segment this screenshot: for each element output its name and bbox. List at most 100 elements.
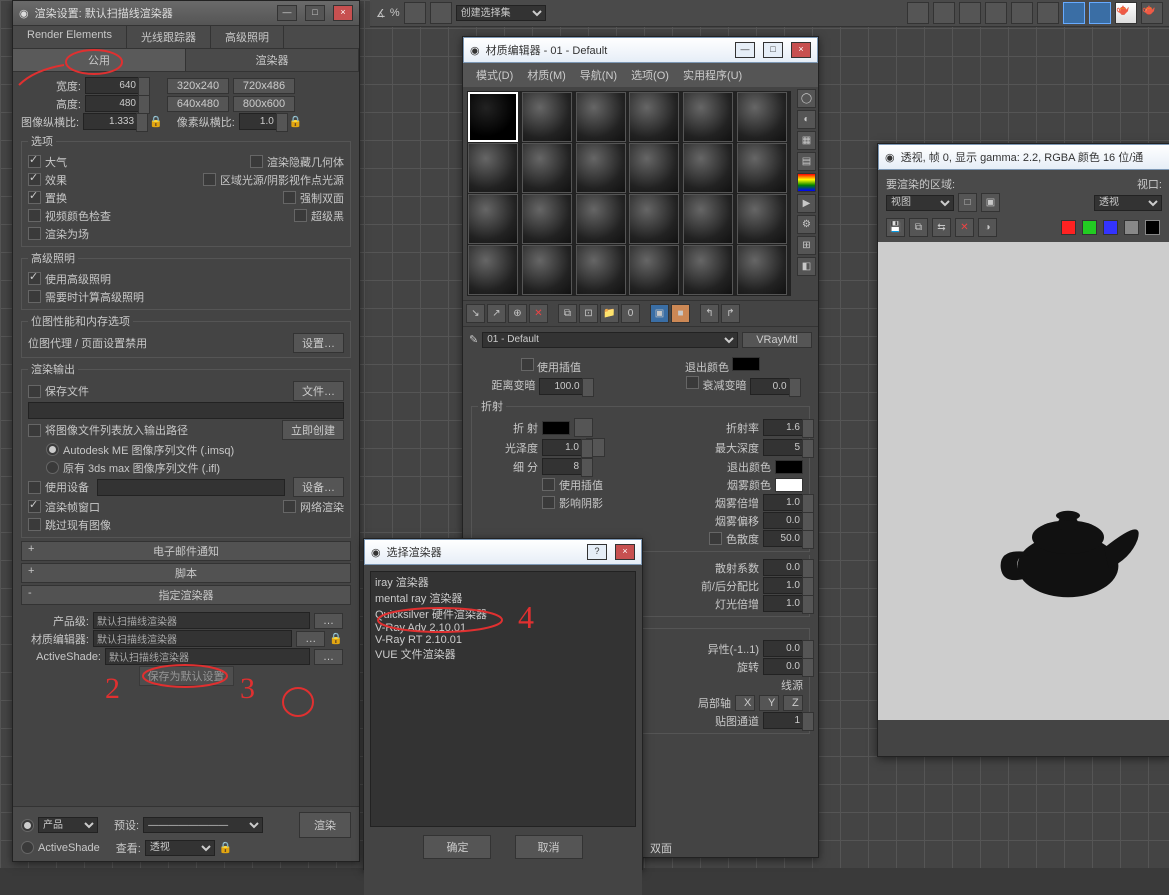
material-type-button[interactable]: VRayMtl <box>742 332 812 348</box>
pixel-aspect-spinner[interactable]: 1.0 <box>239 113 277 130</box>
refract-map-button[interactable] <box>574 418 593 437</box>
use-adv-lighting-checkbox[interactable] <box>28 272 41 285</box>
area-lights-checkbox[interactable] <box>203 173 216 186</box>
curve-editor-icon[interactable] <box>985 2 1007 24</box>
uv-tile-icon[interactable]: ▤ <box>797 152 816 171</box>
render-frame-titlebar[interactable]: ◉ 透视, 帧 0, 显示 gamma: 2.2, RGBA 颜色 16 位/通 <box>878 144 1169 170</box>
renderer-item-mentalray[interactable]: mental ray 渲染器 <box>373 590 633 606</box>
cancel-button[interactable]: 取消 <box>515 835 583 859</box>
lock4-icon[interactable]: 🔒 <box>219 841 233 854</box>
dispersion-spinner[interactable]: 50.0 <box>763 530 803 547</box>
teapot-render-icon[interactable]: 🫖 <box>1115 2 1137 24</box>
select-by-mat-icon[interactable]: ⊞ <box>797 236 816 255</box>
light-mult-spinner[interactable]: 1.0 <box>763 595 803 612</box>
menu-navigate[interactable]: 导航(N) <box>573 65 624 85</box>
menu-util[interactable]: 实用程序(U) <box>676 65 749 85</box>
ok-button[interactable]: 确定 <box>423 835 491 859</box>
background-icon[interactable]: ▦ <box>797 131 816 150</box>
material-slot[interactable] <box>629 245 679 295</box>
affect-shadow-checkbox[interactable] <box>542 496 555 509</box>
activeshade-radio[interactable] <box>21 841 34 854</box>
material-slot[interactable] <box>683 245 733 295</box>
renderer-item-vray-adv[interactable]: V-Ray Adv 2.10.01 <box>373 622 633 634</box>
renderer-item-vray-rt[interactable]: V-Ray RT 2.10.01 <box>373 634 633 646</box>
fog-color-swatch[interactable] <box>775 478 803 492</box>
rotation-spinner[interactable]: 0.0 <box>763 658 803 675</box>
material-slot[interactable] <box>576 92 626 142</box>
show-end-result-icon[interactable]: ■ <box>671 304 690 323</box>
material-slot[interactable] <box>468 143 518 193</box>
glossy-spinner[interactable]: 1.0 <box>542 439 582 456</box>
mirror-icon[interactable] <box>907 2 929 24</box>
dispersion-checkbox[interactable] <box>709 532 722 545</box>
minimize-button[interactable]: — <box>277 5 297 21</box>
close-button[interactable]: × <box>333 5 353 21</box>
material-slot[interactable] <box>576 143 626 193</box>
channel-mono-button[interactable] <box>1145 220 1160 235</box>
viewport-select[interactable]: 透视 <box>1094 195 1162 211</box>
script-rollup[interactable]: +脚本 <box>21 563 351 583</box>
minimize-button[interactable]: — <box>735 42 755 58</box>
save-file-checkbox[interactable] <box>28 385 41 398</box>
material-name-select[interactable]: 01 - Default <box>482 332 738 348</box>
render-area-select[interactable]: 视图 <box>886 195 954 211</box>
use-interp-checkbox[interactable] <box>521 358 534 371</box>
material-slot[interactable] <box>522 245 572 295</box>
refract-swatch[interactable] <box>542 421 570 435</box>
tab-common[interactable]: 公用 <box>13 49 186 71</box>
menu-options[interactable]: 选项(O) <box>624 65 676 85</box>
menu-material[interactable]: 材质(M) <box>520 65 573 85</box>
render-fields-checkbox[interactable] <box>28 227 41 240</box>
material-slot[interactable] <box>576 245 626 295</box>
material-slot[interactable] <box>522 92 572 142</box>
fwd-back-spinner[interactable]: 1.0 <box>763 577 803 594</box>
choose-renderer-titlebar[interactable]: ◉ 选择渲染器 ? × <box>364 539 642 565</box>
super-black-checkbox[interactable] <box>294 209 307 222</box>
go-forward-icon[interactable]: ↱ <box>721 304 740 323</box>
render-frame-icon[interactable] <box>1089 2 1111 24</box>
schematic-icon[interactable] <box>1011 2 1033 24</box>
video-color-icon[interactable] <box>797 173 816 192</box>
material-slot[interactable] <box>737 143 787 193</box>
material-slot[interactable] <box>683 92 733 142</box>
layers-icon[interactable] <box>959 2 981 24</box>
renderer-item-quicksilver[interactable]: Quicksilver 硬件渲染器 <box>373 606 633 622</box>
material-slot[interactable] <box>522 194 572 244</box>
anisotropy-spinner[interactable]: 0.0 <box>763 640 803 657</box>
view-select[interactable]: 透视 <box>145 840 215 856</box>
clone-icon[interactable]: ⇆ <box>932 218 951 237</box>
device-field[interactable] <box>97 479 285 496</box>
axis-x-button[interactable]: X <box>735 695 755 711</box>
preset-800[interactable]: 800x600 <box>233 96 295 112</box>
lock3-icon[interactable]: 🔒 <box>329 632 343 645</box>
menu-mode[interactable]: 模式(D) <box>469 65 520 85</box>
activeshade-browse-button[interactable]: … <box>314 649 343 665</box>
make-unique-icon[interactable]: ⊡ <box>579 304 598 323</box>
material-slot[interactable] <box>629 143 679 193</box>
axis-z-button[interactable]: Z <box>783 695 803 711</box>
refract-interp-checkbox[interactable] <box>542 478 555 491</box>
maximize-button[interactable]: □ <box>305 5 325 21</box>
sample-type-icon[interactable]: ◯ <box>797 89 816 108</box>
tab-raytracer[interactable]: 光线跟踪器 <box>127 26 211 48</box>
show-in-viewport-icon[interactable]: ▣ <box>650 304 669 323</box>
production-browse-button[interactable]: … <box>314 613 343 629</box>
channel-r-button[interactable] <box>1061 220 1076 235</box>
mat-map-nav-icon[interactable]: ◧ <box>797 257 816 276</box>
skip-existing-checkbox[interactable] <box>28 518 41 531</box>
material-slot[interactable] <box>576 194 626 244</box>
production-radio[interactable] <box>21 819 34 832</box>
render-window-checkbox[interactable] <box>28 500 41 513</box>
material-slot-1[interactable] <box>468 92 518 142</box>
go-parent-icon[interactable]: ↰ <box>700 304 719 323</box>
fog-mult-spinner[interactable]: 1.0 <box>763 494 803 511</box>
decay-dark-spinner[interactable]: 0.0 <box>750 378 790 395</box>
channel-a-button[interactable] <box>1124 220 1139 235</box>
make-preview-icon[interactable]: ▶ <box>797 194 816 213</box>
reset-icon[interactable]: ✕ <box>529 304 548 323</box>
force-two-sided-checkbox[interactable] <box>283 191 296 204</box>
renderer-item-vue[interactable]: VUE 文件渲染器 <box>373 646 633 662</box>
save-defaults-button[interactable]: 保存为默认设置 <box>139 666 234 686</box>
material-slot[interactable] <box>468 245 518 295</box>
net-render-checkbox[interactable] <box>283 500 296 513</box>
